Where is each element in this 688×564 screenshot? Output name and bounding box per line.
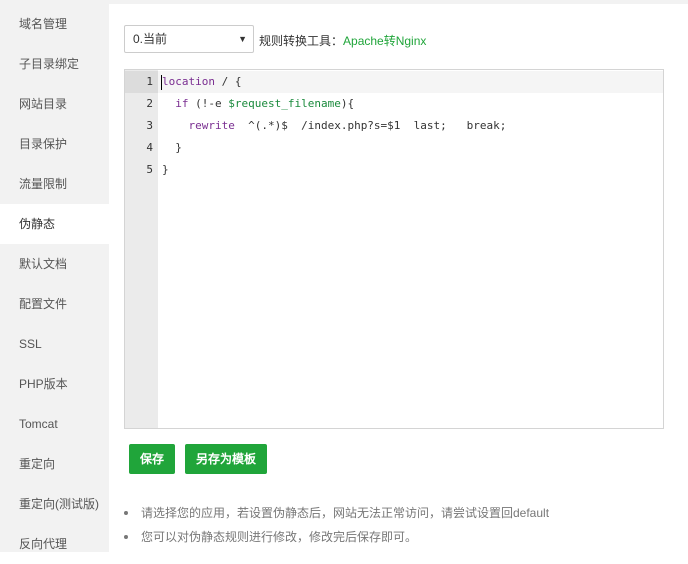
line-number: 4 [146,141,153,154]
dropdown-arrow-icon: ▼ [238,34,247,44]
sidebar-item-redirect[interactable]: 重定向 [0,444,109,484]
apache-to-nginx-link[interactable]: Apache转Nginx [343,34,426,48]
rule-converter-label: 规则转换工具：Apache转Nginx [259,32,426,49]
line-number: 5 [146,163,153,176]
sidebar-item-rewrite[interactable]: 伪静态 [0,204,109,244]
line-number: 3 [146,119,153,132]
code-line: if (!-e $request_filename){ [175,97,355,110]
code-line: rewrite ^(.*)$ /index.php?s=$1 last; bre… [188,119,507,132]
select-value: 0.当前 [133,32,168,46]
sidebar-item-reverse-proxy[interactable]: 反向代理 [0,524,109,564]
code-line: } [162,163,169,176]
rule-converter-text: 规则转换工具： [259,34,344,48]
help-tips: 请选择您的应用，若设置伪静态后，网站无法正常访问，请尝试设置回default 您… [124,501,549,549]
settings-sidebar: 域名管理 子目录绑定 网站目录 目录保护 流量限制 伪静态 默认文档 配置文件 … [0,0,109,552]
sidebar-item-site-directory[interactable]: 网站目录 [0,84,109,124]
code-line: location / { [162,75,242,88]
tip-item: 请选择您的应用，若设置伪静态后，网站无法正常访问，请尝试设置回default [124,501,549,525]
sidebar-item-directory-protection[interactable]: 目录保护 [0,124,109,164]
rewrite-template-select[interactable]: 0.当前 ▼ [124,25,254,53]
text-cursor [161,75,162,90]
save-button[interactable]: 保存 [129,444,175,474]
save-as-template-button[interactable]: 另存为模板 [185,444,267,474]
sidebar-item-default-document[interactable]: 默认文档 [0,244,109,284]
sidebar-item-php-version[interactable]: PHP版本 [0,364,109,404]
sidebar-item-ssl[interactable]: SSL [0,324,109,364]
sidebar-item-subdirectory[interactable]: 子目录绑定 [0,44,109,84]
code-line: } [162,141,182,154]
sidebar-item-config-file[interactable]: 配置文件 [0,284,109,324]
tip-item: 您可以对伪静态规则进行修改，修改完后保存即可。 [124,525,549,549]
rewrite-code-editor[interactable]: 1 2 3 4 5 location / { if (!-e $request_… [124,69,664,429]
sidebar-item-tomcat[interactable]: Tomcat [0,404,109,444]
sidebar-item-traffic-limit[interactable]: 流量限制 [0,164,109,204]
line-number: 1 [146,75,153,88]
sidebar-item-redirect-beta[interactable]: 重定向(测试版) [0,484,109,524]
sidebar-item-domain[interactable]: 域名管理 [0,4,109,44]
line-number: 2 [146,97,153,110]
top-divider [109,0,688,4]
